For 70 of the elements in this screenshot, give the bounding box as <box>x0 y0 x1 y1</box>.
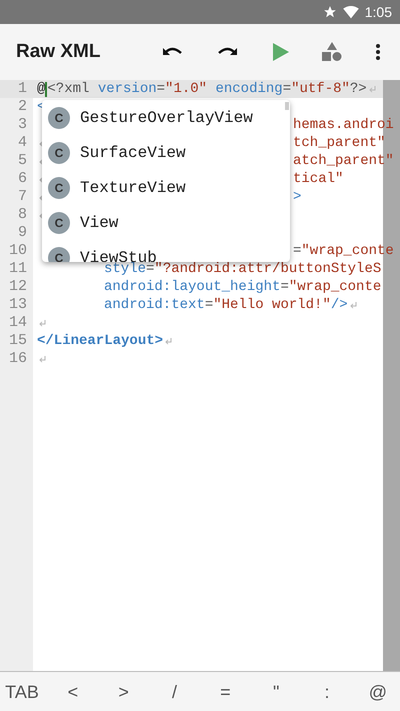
suggestion-item[interactable]: View <box>80 214 118 232</box>
code-token: "Hello world!" <box>213 296 331 314</box>
code-token: style <box>104 261 146 278</box>
line-number: 5 <box>16 152 27 170</box>
line-number: 1 <box>16 80 27 98</box>
code-token: <?xml <box>47 80 90 98</box>
line-number: 11 <box>8 260 27 278</box>
code-token: = <box>204 296 214 314</box>
clock-time: 1:05 <box>364 4 392 20</box>
line-number: 10 <box>8 242 27 260</box>
code-token: /> <box>330 296 348 314</box>
class-badge: C <box>48 106 70 128</box>
code-token: </LinearLayout> <box>37 332 164 350</box>
screen-title: Raw XML <box>16 41 102 63</box>
line-number: 9 <box>16 224 27 242</box>
symbol-key[interactable]: : <box>309 674 346 710</box>
line-number: 3 <box>16 116 27 134</box>
code-token: "?android:attr/buttonStyleS <box>154 261 382 278</box>
symbol-key[interactable]: > <box>106 674 142 710</box>
line-number: 12 <box>8 278 27 296</box>
code-token: encoding <box>214 80 283 98</box>
code-token: hemas.androi <box>293 116 394 134</box>
suggestion-item[interactable]: GestureOverlayView <box>80 108 253 126</box>
suggestion-item[interactable]: TextureView <box>80 178 186 196</box>
code-token: "1.0" <box>165 80 208 98</box>
star-icon <box>322 5 337 19</box>
code-token: "wrap_conte <box>301 242 394 260</box>
code-token: tical" <box>293 170 344 188</box>
symbol-key[interactable]: TAB <box>4 674 40 710</box>
code-token: version <box>96 80 157 98</box>
class-badge: C <box>48 212 70 234</box>
code-token: = <box>280 278 289 296</box>
text-cursor <box>45 82 48 96</box>
code-token: "utf-8" <box>291 80 350 98</box>
code-token: @ <box>37 80 46 98</box>
symbol-key[interactable]: @ <box>360 674 396 710</box>
class-badge: C <box>48 246 70 262</box>
suggestion-item[interactable]: ViewStub <box>80 248 157 262</box>
line-number: 7 <box>16 188 27 206</box>
line-number: 13 <box>8 296 27 314</box>
code-token: atch_parent" <box>293 152 394 170</box>
line-number: 4 <box>16 134 27 152</box>
wifi-icon <box>342 6 359 18</box>
symbol-key[interactable]: = <box>207 674 244 710</box>
line-number: 2 <box>16 98 27 116</box>
line-number: 14 <box>8 314 27 332</box>
suggestion-item[interactable]: SurfaceView <box>80 144 186 162</box>
code-token: android:text <box>104 296 205 314</box>
line-number: 16 <box>8 350 27 368</box>
code-token: = <box>146 261 154 278</box>
symbol-key[interactable]: < <box>54 674 91 710</box>
symbol-key[interactable]: / <box>156 674 193 710</box>
code-token: = <box>282 80 292 98</box>
code-token: "wrap_conte <box>288 278 382 296</box>
code-token: ?> <box>350 80 367 98</box>
more-icon[interactable] <box>375 43 381 61</box>
line-number: 15 <box>8 332 27 350</box>
line-number: 6 <box>16 170 27 188</box>
symbol-key[interactable]: " <box>258 674 294 710</box>
class-badge: C <box>48 176 70 198</box>
class-badge: C <box>48 142 70 164</box>
line-number: 8 <box>16 206 27 224</box>
undo-icon[interactable] <box>163 46 183 58</box>
code-token: tch_parent" <box>293 134 386 152</box>
code-token: android:layout_height <box>104 278 280 296</box>
redo-icon[interactable] <box>217 46 237 58</box>
code-token: > <box>293 188 302 206</box>
code-token: = <box>293 242 302 260</box>
code-token: = <box>156 80 166 98</box>
shapes-icon[interactable] <box>322 42 342 62</box>
